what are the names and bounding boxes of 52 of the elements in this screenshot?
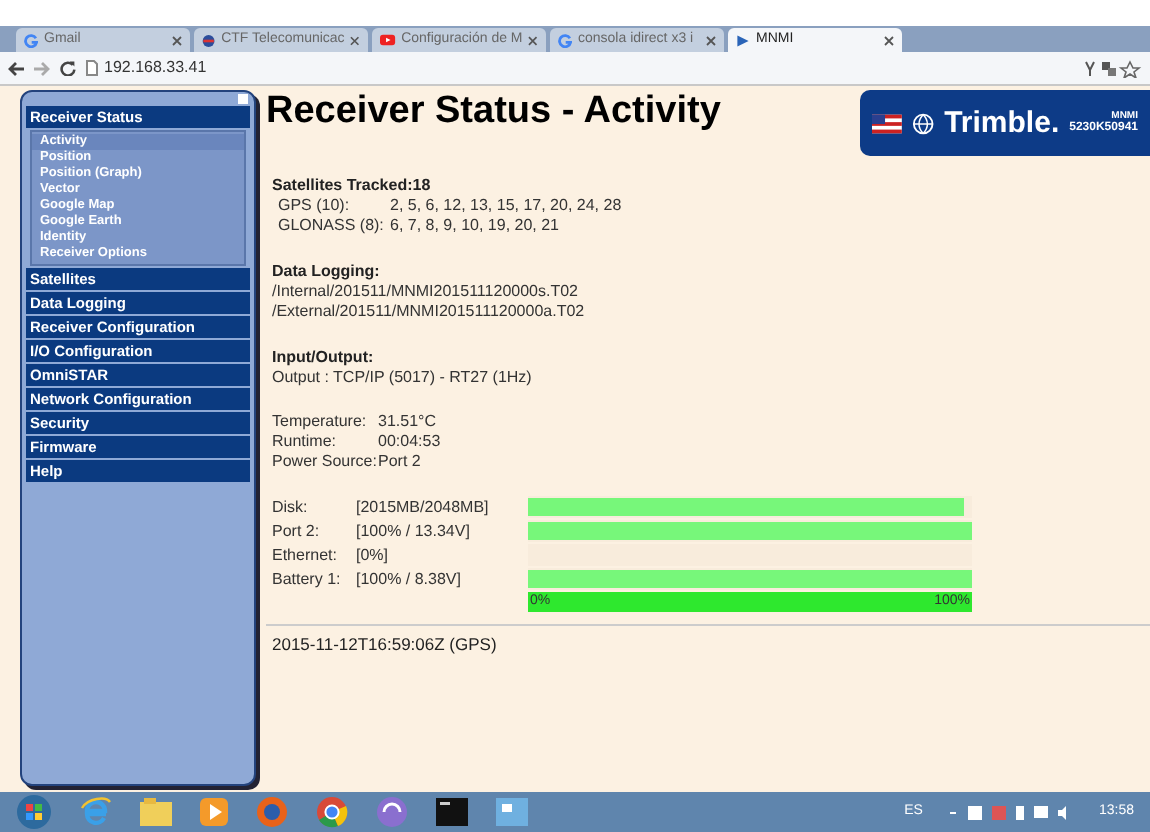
field-label: Runtime: bbox=[272, 432, 339, 452]
close-icon[interactable] bbox=[350, 35, 360, 45]
section-heading: Satellites Tracked:18 bbox=[272, 176, 433, 196]
file-path: /External/201511/MNMI201511120000a.T02 bbox=[272, 302, 587, 322]
video-icon bbox=[380, 34, 396, 46]
close-icon[interactable] bbox=[706, 35, 716, 45]
field-value: 6, 7, 8, 9, 10, 19, 20, 21 bbox=[390, 216, 560, 236]
close-icon[interactable] bbox=[884, 35, 894, 45]
field-label: Port 2: bbox=[272, 521, 322, 541]
terminal-icon[interactable] bbox=[436, 798, 468, 826]
field-label: Battery 1: bbox=[272, 569, 343, 589]
page-icon bbox=[86, 60, 98, 76]
toolbar-icons-drawing[interactable] bbox=[1082, 59, 1142, 77]
field-label: GLONASS (8): bbox=[278, 216, 386, 236]
timestamp: 2015-11-12T16:59:06Z (GPS) bbox=[272, 634, 499, 654]
field-value: 00:04:53 bbox=[378, 432, 441, 452]
section-heading: Data Logging: bbox=[272, 262, 382, 282]
flag-icon bbox=[872, 113, 902, 133]
field-reading: [2015MB/2048MB] bbox=[356, 497, 491, 517]
play-icon bbox=[736, 33, 750, 47]
field-reading: [100% / 8.38V] bbox=[356, 569, 463, 589]
field-value: 2, 5, 6, 12, 13, 15, 17, 20, 24, 28 bbox=[390, 196, 622, 216]
media-icon[interactable] bbox=[200, 798, 228, 826]
reload-icon[interactable] bbox=[60, 60, 76, 76]
g-letter-icon bbox=[558, 33, 572, 47]
file-path: /Internal/201511/MNMI201511120000s.T02 bbox=[272, 282, 580, 302]
field-reading: [100% / 13.34V] bbox=[356, 521, 472, 541]
field-value: 31.51°C bbox=[378, 412, 436, 432]
app-icon[interactable] bbox=[376, 796, 408, 828]
chrome-icon[interactable] bbox=[316, 796, 348, 828]
field-label: Disk: bbox=[272, 497, 310, 517]
g-letter-icon bbox=[24, 33, 38, 47]
start-icon[interactable] bbox=[16, 794, 52, 830]
folder-icon[interactable] bbox=[140, 798, 172, 826]
page-title: Receiver Status - Activity bbox=[266, 90, 721, 134]
field-reading: [0%] bbox=[356, 545, 391, 565]
round-logo-icon bbox=[202, 33, 216, 47]
field-label: Power Source: bbox=[272, 452, 378, 472]
close-icon[interactable] bbox=[528, 35, 538, 45]
close-icon[interactable] bbox=[172, 35, 182, 45]
brand-name: Trimble. bbox=[944, 108, 1060, 138]
section-heading: Input/Output: bbox=[272, 348, 376, 368]
field-label: GPS (10): bbox=[278, 196, 352, 216]
output-text: Output : TCP/IP (5017) - RT27 (1Hz) bbox=[272, 368, 534, 388]
field-value: Port 2 bbox=[378, 452, 421, 472]
browser-icon[interactable] bbox=[80, 796, 112, 828]
tray-icons-drawing[interactable] bbox=[950, 803, 1071, 821]
field-label: Temperature: bbox=[272, 412, 369, 432]
back-icon[interactable] bbox=[8, 61, 24, 75]
network-icon[interactable] bbox=[496, 798, 528, 826]
field-label: Ethernet: bbox=[272, 545, 339, 565]
globe-icon bbox=[911, 111, 935, 135]
